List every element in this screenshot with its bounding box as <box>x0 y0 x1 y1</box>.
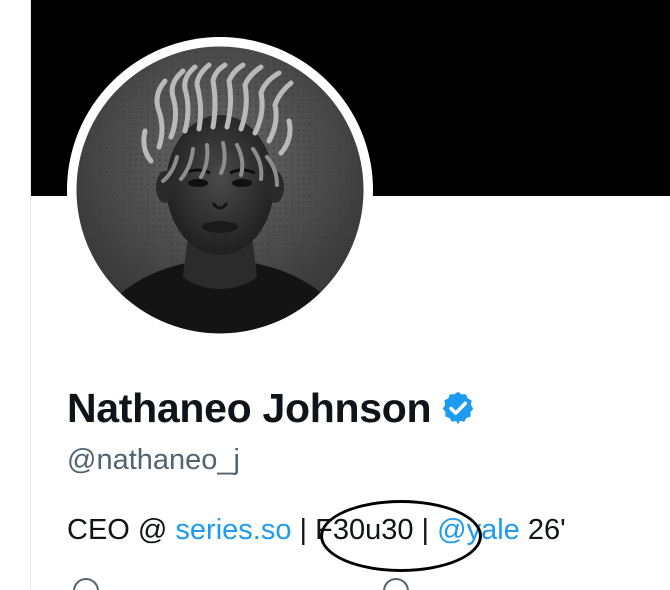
bio-link-series[interactable]: series.so <box>175 514 291 546</box>
link-icon <box>383 578 409 590</box>
bio-mention-yale[interactable]: @yale <box>437 514 520 546</box>
bio-highlight-text: F30u30 <box>315 514 414 546</box>
bio-text-end: 26' <box>519 514 566 546</box>
bio-separator: | <box>291 514 316 546</box>
bio-text: CEO @ <box>67 514 176 546</box>
name-row: Nathaneo Johnson <box>67 383 477 433</box>
display-name: Nathaneo Johnson <box>67 384 432 431</box>
bio-separator: | <box>413 514 438 546</box>
verified-badge-icon[interactable] <box>439 389 477 427</box>
profile-handle: @nathaneo_j <box>67 444 240 476</box>
location-icon <box>73 578 99 590</box>
profile-bio: CEO @ series.so | F30u30 | @yale 26' <box>67 514 566 547</box>
avatar-photo <box>75 45 365 335</box>
profile-meta-row <box>67 578 667 590</box>
profile-page: Nathaneo Johnson @nathaneo_j CEO @ serie… <box>0 0 670 590</box>
profile-avatar[interactable] <box>67 37 373 343</box>
